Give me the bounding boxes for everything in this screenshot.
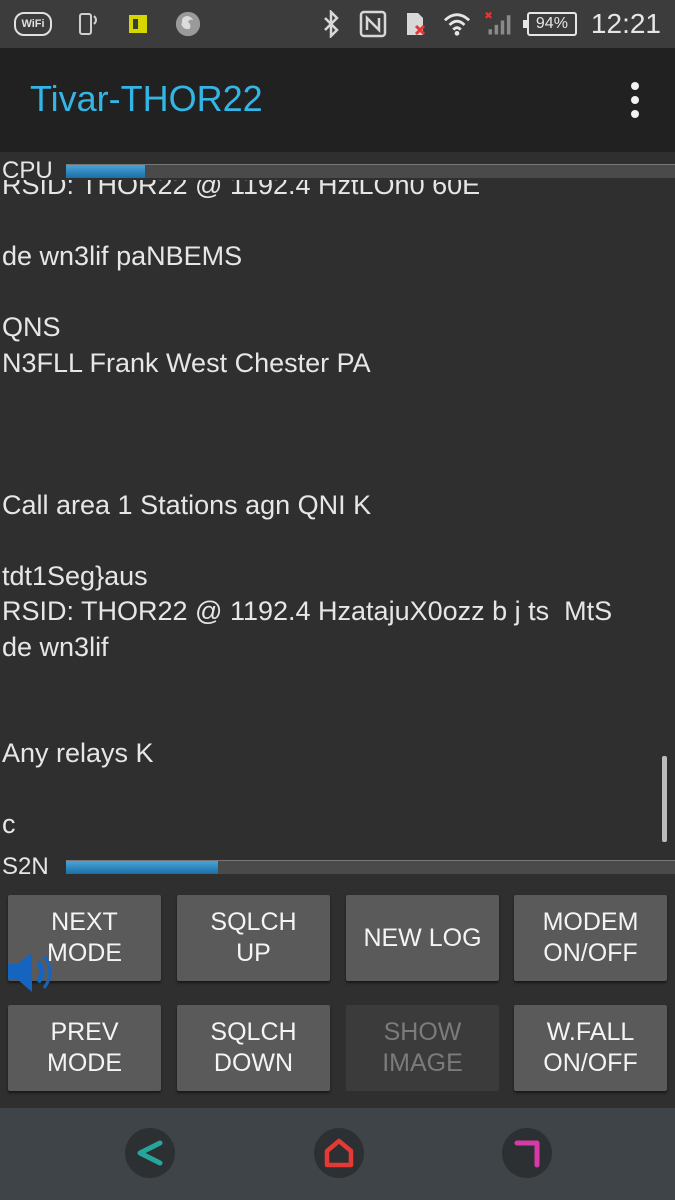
cpu-meter: CPU (0, 158, 675, 184)
sqlch-down-button[interactable]: SQLCH DOWN (177, 1005, 330, 1091)
wifi-signal-icon (443, 10, 471, 38)
sqlch-down-button-line2: DOWN (213, 1049, 294, 1077)
sqlch-up-button-line2: UP (236, 939, 271, 967)
notification-app-icon (124, 10, 152, 38)
prev-mode-button-line2: MODE (47, 1049, 122, 1077)
nfc-icon (359, 10, 387, 38)
prev-mode-button[interactable]: PREV MODE (8, 1005, 161, 1091)
log-line: Call area 1 Stations agn QNI K (2, 489, 372, 520)
log-line: tdt1Seg}aus (2, 560, 148, 591)
home-icon (324, 1138, 354, 1168)
next-mode-button-line2: MODE (47, 939, 122, 967)
log-lines: RSID: THOR22 @ 1192.4 HztLOn0 60E de wn3l… (2, 180, 612, 843)
sqlch-down-button-line1: SQLCH (210, 1018, 297, 1046)
status-bar-system: 94% 12:21 (317, 8, 661, 40)
received-text-log[interactable]: RSID: THOR22 @ 1192.4 HztLOn0 60E de wn3l… (0, 180, 660, 852)
s2n-meter: S2N (0, 854, 675, 880)
new-log-button-label: NEW LOG (363, 923, 482, 952)
overflow-dot (631, 110, 639, 118)
status-bar-notifications: WiFi (14, 8, 202, 40)
no-sim-icon (401, 10, 429, 38)
log-line: QNS (2, 312, 61, 342)
s2n-meter-label: S2N (2, 853, 49, 880)
sqlch-up-button-line1: SQLCH (210, 908, 297, 936)
recent-apps-icon (514, 1140, 540, 1168)
modem-onoff-button-line1: MODEM (542, 908, 639, 936)
prev-mode-button-line1: PREV (50, 1018, 119, 1046)
overflow-dot (631, 96, 639, 104)
show-image-button-line2: IMAGE (382, 1049, 463, 1077)
show-image-button-line1: SHOW (383, 1018, 462, 1046)
wfall-onoff-button-line2: ON/OFF (543, 1049, 638, 1077)
recent-apps-button[interactable] (502, 1128, 552, 1178)
log-line: N3FLL Frank West Chester PA (2, 347, 371, 378)
wfall-onoff-button[interactable]: W.FALL ON/OFF (514, 1005, 667, 1091)
home-button[interactable] (314, 1128, 364, 1178)
cpu-meter-track (66, 164, 675, 178)
log-line: de wn3lif (2, 631, 109, 662)
back-icon (137, 1140, 163, 1166)
app-title: Tivar-THOR22 (30, 78, 263, 119)
wfall-onoff-button-line1: W.FALL (546, 1018, 635, 1046)
s2n-meter-track (66, 860, 675, 874)
cpu-meter-label: CPU (2, 157, 53, 184)
phone-rotate-icon (74, 10, 102, 38)
show-image-button[interactable]: SHOW IMAGE (346, 1005, 499, 1091)
overflow-menu-icon[interactable] (625, 82, 645, 118)
firefox-icon (174, 10, 202, 38)
s2n-meter-fill (66, 861, 219, 874)
clock: 12:21 (590, 8, 661, 39)
battery-icon: 94% (522, 12, 577, 36)
cpu-meter-fill (66, 165, 146, 178)
modem-onoff-button[interactable]: MODEM ON/OFF (514, 895, 667, 981)
log-line: Any relays K (2, 738, 154, 768)
speaker-volume-icon[interactable] (6, 948, 58, 996)
bluetooth-icon (317, 10, 345, 38)
navigation-bar (0, 1108, 675, 1200)
status-bar: WiFi 94% 12:21 (0, 0, 675, 48)
action-bar: Tivar-THOR22 (0, 48, 675, 152)
log-scrollbar[interactable] (662, 756, 667, 842)
log-line: c (2, 809, 16, 839)
back-button[interactable] (125, 1128, 175, 1178)
log-line: RSID: THOR22 @ 1192.4 HzatajuX0ozz b j t… (2, 596, 613, 626)
new-log-button[interactable]: NEW LOG (346, 895, 499, 981)
next-mode-button-line1: NEXT (51, 908, 118, 936)
cell-signal-icon (485, 10, 513, 38)
modem-onoff-button-line2: ON/OFF (543, 939, 638, 967)
log-line: de wn3lif paNBEMS (2, 241, 243, 271)
wifi-badge-icon: WiFi (14, 12, 52, 36)
overflow-dot (631, 82, 639, 90)
sqlch-up-button[interactable]: SQLCH UP (177, 895, 330, 981)
